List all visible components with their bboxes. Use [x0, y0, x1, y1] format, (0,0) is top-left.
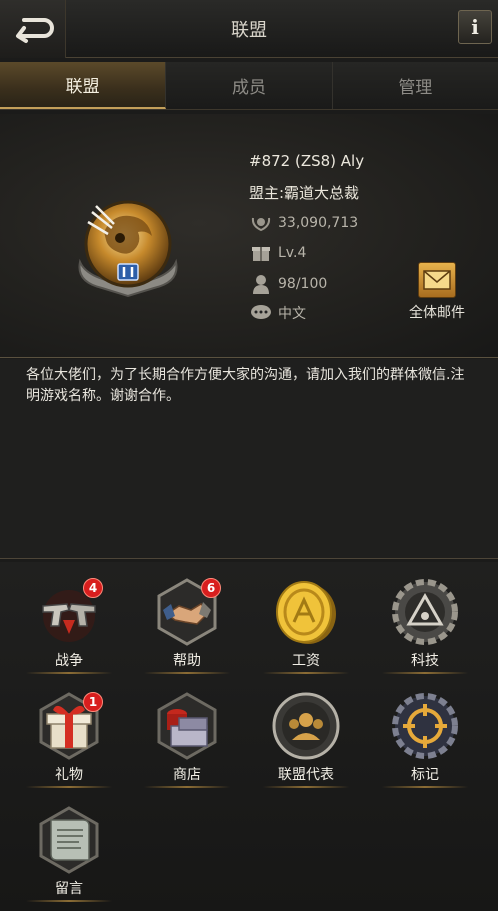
back-arrow-icon	[15, 18, 54, 43]
shop-crates-icon	[157, 692, 217, 760]
power-row: 33,090,713	[249, 213, 358, 233]
alliance-emblem-icon	[78, 200, 178, 298]
feature-help[interactable]: 6 帮助	[128, 566, 246, 676]
war-badge: 4	[83, 578, 103, 598]
gold-coin-icon	[276, 581, 336, 644]
representative-icon	[272, 692, 340, 760]
tab-bar: 联盟 成员 管理	[0, 62, 498, 110]
power-value: 33,090,713	[278, 215, 359, 231]
envelope-icon	[418, 262, 456, 298]
feature-label: 战争	[55, 653, 83, 669]
feature-label: 科技	[411, 653, 439, 669]
info-icon: i	[471, 15, 479, 39]
alliance-leader: 盟主:霸道大总裁	[249, 184, 360, 202]
feature-mark[interactable]: 标记	[366, 680, 484, 790]
top-bar: 联盟 i	[0, 0, 498, 58]
feature-label: 留言	[55, 881, 83, 897]
feature-label: 商店	[173, 767, 201, 783]
level-row: Lv.4	[249, 243, 306, 263]
feature-shop[interactable]: 商店	[128, 680, 246, 790]
members-row: 98/100	[249, 274, 327, 294]
feature-label: 联盟代表	[278, 767, 334, 783]
gift-level-icon	[249, 243, 273, 263]
chat-bubble-icon	[249, 303, 273, 323]
alliance-language: 中文	[278, 306, 306, 322]
feature-representative[interactable]: 联盟代表	[247, 680, 365, 790]
message-scroll-icon	[39, 806, 99, 874]
feature-grid: 4 战争 6 帮助 工资 科技 1 礼物 商店 联盟代表 标记 留言	[0, 562, 498, 911]
feature-message[interactable]: 留言	[10, 794, 128, 904]
crosshair-mark-icon	[392, 693, 458, 759]
tab-alliance[interactable]: 联盟	[0, 62, 167, 109]
feature-label: 工资	[292, 653, 320, 669]
alliance-info-panel: #872 (ZS8) Aly 盟主:霸道大总裁 33,090,713 Lv.4 …	[0, 114, 498, 358]
mass-mail-label: 全体邮件	[409, 305, 465, 321]
back-button[interactable]	[0, 0, 66, 58]
feature-label: 帮助	[173, 653, 201, 669]
tech-gear-icon	[392, 579, 458, 645]
member-count: 98/100	[278, 276, 328, 292]
feature-war[interactable]: 4 战争	[10, 566, 128, 676]
mass-mail-button[interactable]: 全体邮件	[402, 262, 472, 322]
person-icon	[249, 274, 273, 294]
feature-label: 礼物	[55, 767, 83, 783]
info-button[interactable]: i	[458, 10, 492, 44]
tab-manage[interactable]: 管理	[332, 62, 498, 109]
gift-badge: 1	[83, 692, 103, 712]
language-row: 中文	[249, 303, 306, 323]
feature-label: 标记	[411, 767, 439, 783]
feature-gift[interactable]: 1 礼物	[10, 680, 128, 790]
tab-members[interactable]: 成员	[166, 62, 333, 109]
feature-tech[interactable]: 科技	[366, 566, 484, 676]
alliance-level: Lv.4	[278, 245, 307, 261]
help-badge: 6	[201, 578, 221, 598]
alliance-name: #872 (ZS8) Aly	[249, 152, 365, 170]
power-laurel-icon	[249, 213, 273, 233]
page-title: 联盟	[231, 20, 267, 41]
feature-salary[interactable]: 工资	[247, 566, 365, 676]
alliance-announcement: 各位大佬们，为了长期合作方便大家的沟通，请加入我们的群体微信.注明游戏名称。谢谢…	[0, 359, 498, 559]
